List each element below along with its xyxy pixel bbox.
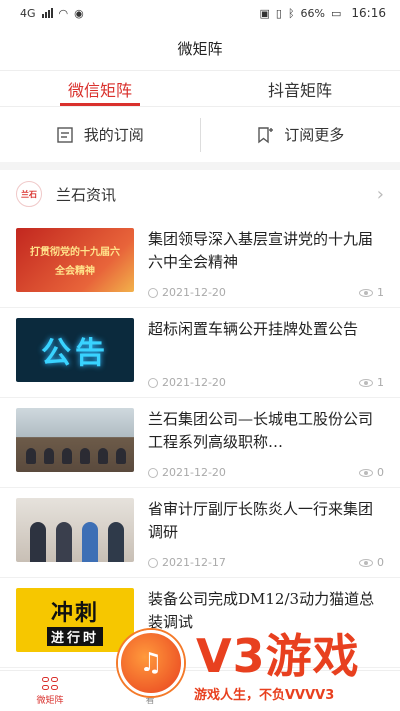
list-item[interactable]: 冲刺 进行时 装备公司完成DM12/3动力猫道总装调试 bbox=[0, 578, 400, 668]
views-icon bbox=[359, 558, 373, 567]
clock-time: 16:16 bbox=[351, 6, 386, 20]
battery-text: 66% bbox=[300, 6, 325, 20]
article-title: 省审计厅副厅长陈炎人一行来集团调研 bbox=[148, 500, 374, 541]
vibrate-icon: ▯ bbox=[275, 6, 282, 20]
bluetooth-icon: ᛒ bbox=[287, 6, 295, 20]
nav-item-watch[interactable]: [ 看 bbox=[100, 671, 200, 711]
article-thumbnail bbox=[16, 498, 134, 562]
article-thumbnail bbox=[16, 408, 134, 472]
list-item[interactable]: 省审计厅副厅长陈炎人一行来集团调研 2021-12-17 0 bbox=[0, 488, 400, 578]
views-icon bbox=[359, 288, 373, 297]
article-thumbnail: 打贯彻党的十九届六 全会精神 bbox=[16, 228, 134, 292]
nav-item-micro-matrix[interactable]: 微矩阵 bbox=[0, 671, 100, 711]
clock-icon bbox=[148, 287, 158, 298]
nfc-icon: ▣ bbox=[259, 6, 270, 20]
article-title: 集团领导深入基层宣讲党的十九届六中全会精神 bbox=[148, 230, 374, 271]
views-icon bbox=[359, 378, 373, 387]
nav-label: 微矩阵 bbox=[36, 695, 64, 706]
tab-label: 微信矩阵 bbox=[67, 80, 132, 100]
article-thumbnail: 冲刺 进行时 bbox=[16, 588, 134, 652]
clock-icon bbox=[148, 377, 158, 388]
section-logo: 兰石 bbox=[16, 181, 42, 207]
clock-icon bbox=[148, 467, 158, 478]
subscription-row: 我的订阅 订阅更多 bbox=[0, 106, 400, 162]
wifi-icon: ◠ bbox=[58, 6, 69, 20]
views-icon bbox=[359, 468, 373, 477]
eye-status-icon: ◉ bbox=[74, 6, 84, 20]
page-header: 微矩阵 bbox=[0, 26, 400, 70]
article-views: 1 bbox=[377, 286, 384, 299]
status-right: ▣ ▯ ᛒ 66% ▭ 16:16 bbox=[259, 6, 386, 20]
list-item[interactable]: 公告 超标闲置车辆公开挂牌处置公告 2021-12-20 1 bbox=[0, 308, 400, 398]
my-subscriptions-label: 我的订阅 bbox=[83, 126, 144, 144]
article-views: 0 bbox=[377, 556, 384, 569]
network-type: 4G bbox=[20, 6, 36, 20]
article-title: 超标闲置车辆公开挂牌处置公告 bbox=[148, 320, 359, 338]
article-views: 1 bbox=[377, 376, 384, 389]
article-title: 装备公司完成DM12/3动力猫道总装调试 bbox=[148, 590, 375, 631]
status-left: 4G ◠ ◉ bbox=[20, 7, 84, 20]
section-title: 兰石资讯 bbox=[56, 185, 117, 204]
more-subscriptions-button[interactable]: 订阅更多 bbox=[201, 118, 400, 152]
bookmark-add-icon bbox=[258, 126, 274, 143]
status-bar: 4G ◠ ◉ ▣ ▯ ᛒ 66% ▭ 16:16 bbox=[0, 0, 400, 26]
signal-icon bbox=[41, 8, 53, 18]
bracket-icon: [ bbox=[147, 676, 153, 691]
my-subscriptions-button[interactable]: 我的订阅 bbox=[0, 118, 200, 152]
chevron-right-icon[interactable]: › bbox=[377, 184, 384, 205]
section-header[interactable]: 兰石 兰石资讯 › bbox=[0, 170, 400, 218]
list-item[interactable]: 打贯彻党的十九届六 全会精神 集团领导深入基层宣讲党的十九届六中全会精神 202… bbox=[0, 218, 400, 308]
article-date: 2021-12-17 bbox=[162, 556, 226, 569]
article-thumbnail: 公告 bbox=[16, 318, 134, 382]
article-title: 兰石集团公司—长城电工股份公司工程系列高级职称… bbox=[148, 410, 374, 451]
list-icon bbox=[57, 126, 73, 143]
more-subscriptions-label: 订阅更多 bbox=[284, 126, 345, 144]
tab-douyin-matrix[interactable]: 抖音矩阵 bbox=[200, 71, 400, 106]
article-views: 0 bbox=[377, 466, 384, 479]
tab-label: 抖音矩阵 bbox=[267, 80, 332, 100]
nav-label: 看 bbox=[145, 695, 155, 706]
tab-wechat-matrix[interactable]: 微信矩阵 bbox=[0, 71, 200, 106]
article-date: 2021-12-20 bbox=[162, 286, 226, 299]
tab-bar: 微信矩阵 抖音矩阵 bbox=[0, 70, 400, 106]
article-date: 2021-12-20 bbox=[162, 466, 226, 479]
list-item[interactable]: 兰石集团公司—长城电工股份公司工程系列高级职称… 2021-12-20 0 bbox=[0, 398, 400, 488]
page-title: 微矩阵 bbox=[177, 39, 223, 58]
bottom-nav: 微矩阵 [ 看 bbox=[0, 670, 400, 711]
news-panel: 兰石 兰石资讯 › 打贯彻党的十九届六 全会精神 集团领导深入基层宣讲党的十九届… bbox=[0, 170, 400, 670]
article-date: 2021-12-20 bbox=[162, 376, 226, 389]
clock-icon bbox=[148, 557, 158, 568]
battery-icon: ▭ bbox=[331, 6, 342, 20]
grid-icon bbox=[41, 676, 59, 691]
